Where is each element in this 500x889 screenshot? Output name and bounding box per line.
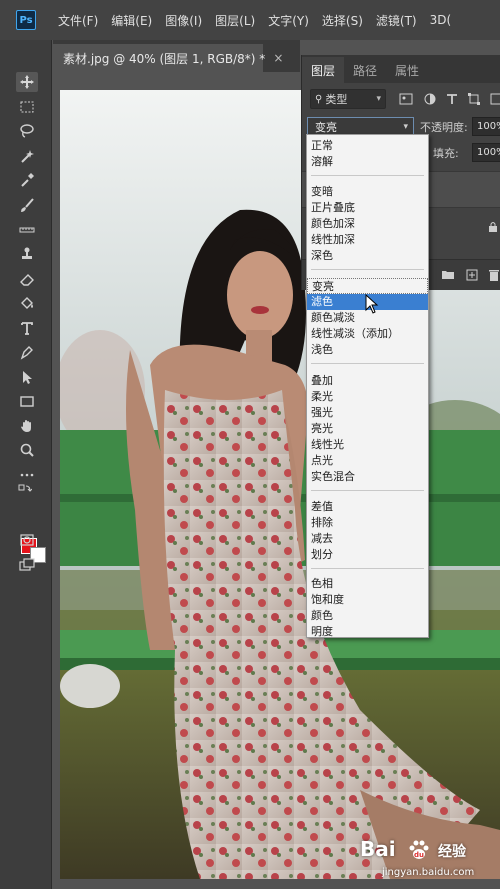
adjustment-filter-icon[interactable] [422,91,438,107]
type-tool-icon[interactable] [16,318,38,338]
blend-option-vivid-light[interactable]: 亮光 [307,421,428,437]
menu-3d[interactable]: 3D( [430,13,452,27]
document-tab[interactable]: 素材.jpg @ 40% (图层 1, RGB/8*) * × [53,44,283,72]
eraser-tool-icon[interactable] [16,269,38,289]
paint-bucket-tool-icon[interactable] [16,293,38,313]
menu-select[interactable]: 选择(S) [322,12,363,29]
blend-option-pin-light[interactable]: 点光 [307,453,428,469]
blend-option-overlay[interactable]: 叠加 [307,373,428,389]
baidu-paw-icon: du [409,840,429,859]
menu-separator [311,490,424,491]
menu-image[interactable]: 图像(I) [165,12,202,29]
blend-option-lighter-color[interactable]: 浅色 [307,342,428,358]
clone-stamp-tool-icon[interactable] [16,244,38,264]
tab-paths[interactable]: 路径 [344,57,386,83]
layer-filter-select[interactable]: ⚲ 类型 ▾ [310,89,386,109]
tab-properties[interactable]: 属性 [386,57,428,83]
photoshop-logo: Ps [16,10,36,30]
menu-separator [311,175,424,176]
fill-input[interactable]: 100% [472,143,500,162]
mouse-cursor-icon [365,294,379,314]
new-group-icon[interactable] [442,269,454,282]
fill-label: 填充: [433,147,459,160]
quick-mask-icon[interactable] [16,530,38,550]
rectangle-tool-icon[interactable] [16,391,38,411]
watermark-brand: Bai [360,837,396,861]
document-tab-label: 素材.jpg @ 40% (图层 1, RGB/8*) * [63,51,266,66]
search-icon: ⚲ [315,93,323,105]
blend-option-subtract[interactable]: 减去 [307,531,428,547]
blend-option-linear-light[interactable]: 线性光 [307,437,428,453]
chevron-down-icon: ▾ [376,94,381,104]
menu-edit[interactable]: 编辑(E) [111,12,152,29]
more-tools-icon[interactable] [16,465,38,485]
menu-bar: Ps 文件(F) 编辑(E) 图像(I) 图层(L) 文字(Y) 选择(S) 滤… [0,0,500,40]
watermark-url: jingyan.baidu.com [382,867,475,878]
opacity-input[interactable]: 100% [472,117,500,136]
type-filter-icon[interactable] [444,91,460,107]
blend-option-linear-dodge[interactable]: 线性减淡（添加） [307,326,428,342]
menu-filter[interactable]: 滤镜(T) [376,12,417,29]
blend-mode-dropdown: 正常 溶解 变暗 正片叠底 颜色加深 线性加深 深色 变亮 滤色 颜色减淡 线性… [306,134,429,638]
menu-file[interactable]: 文件(F) [58,12,98,29]
blend-option-color-burn[interactable]: 颜色加深 [307,216,428,232]
blend-mode-value: 变亮 [315,120,337,134]
move-tool-icon[interactable] [16,72,38,92]
ruler-tool-icon[interactable] [16,220,38,240]
blend-option-linear-burn[interactable]: 线性加深 [307,232,428,248]
menu-layer[interactable]: 图层(L) [215,12,255,29]
screen-mode-icon[interactable] [16,555,38,575]
path-select-tool-icon[interactable] [16,367,38,387]
blend-option-difference[interactable]: 差值 [307,499,428,515]
hand-tool-icon[interactable] [16,416,38,436]
swap-colors-icon[interactable] [18,484,32,496]
pen-tool-icon[interactable] [16,342,38,362]
menu-type[interactable]: 文字(Y) [268,12,309,29]
baidu-watermark: Bai du 经验 jingyan.baidu.com [360,835,492,883]
blend-option-multiply[interactable]: 正片叠底 [307,200,428,216]
lasso-tool-icon[interactable] [16,121,38,141]
tab-layers[interactable]: 图层 [302,57,345,83]
watermark-word: 经验 [438,844,466,860]
blend-option-luminosity[interactable]: 明度 [307,624,428,640]
panel-tabs: 图层 路径 属性 [302,55,500,83]
blend-option-dissolve[interactable]: 溶解 [307,154,428,170]
opacity-label: 不透明度: [420,121,468,134]
svg-text:du: du [414,851,424,859]
lock-icon [488,221,498,236]
blend-option-lighten[interactable]: 变亮 [307,278,428,294]
menu-separator [311,363,424,364]
shape-filter-icon[interactable] [466,91,482,107]
blend-option-normal[interactable]: 正常 [307,138,428,154]
menu-separator [311,568,424,569]
eyedropper-tool-icon[interactable] [16,170,38,190]
blend-option-darken[interactable]: 变暗 [307,184,428,200]
brush-tool-icon[interactable] [16,195,38,215]
blend-option-exclusion[interactable]: 排除 [307,515,428,531]
trash-icon[interactable] [489,269,499,284]
new-layer-icon[interactable] [466,269,478,284]
blend-option-hard-light[interactable]: 强光 [307,405,428,421]
blend-option-soft-light[interactable]: 柔光 [307,389,428,405]
menu-separator [311,269,424,270]
layer-filter-label: 类型 [325,93,348,106]
blend-option-divide[interactable]: 划分 [307,547,428,563]
blend-option-hue[interactable]: 色相 [307,576,428,592]
blend-option-hard-mix[interactable]: 实色混合 [307,469,428,485]
marquee-tool-icon[interactable] [16,97,38,117]
blend-option-darker-color[interactable]: 深色 [307,248,428,264]
pixel-filter-icon[interactable] [398,91,414,107]
chevron-down-icon: ▾ [403,121,408,132]
close-icon[interactable]: × [273,51,283,65]
blend-option-color[interactable]: 颜色 [307,608,428,624]
smart-object-filter-icon[interactable] [488,91,500,107]
quick-select-tool-icon[interactable] [16,146,38,166]
blend-option-saturation[interactable]: 饱和度 [307,592,428,608]
zoom-tool-icon[interactable] [16,440,38,460]
tools-panel [0,40,52,889]
